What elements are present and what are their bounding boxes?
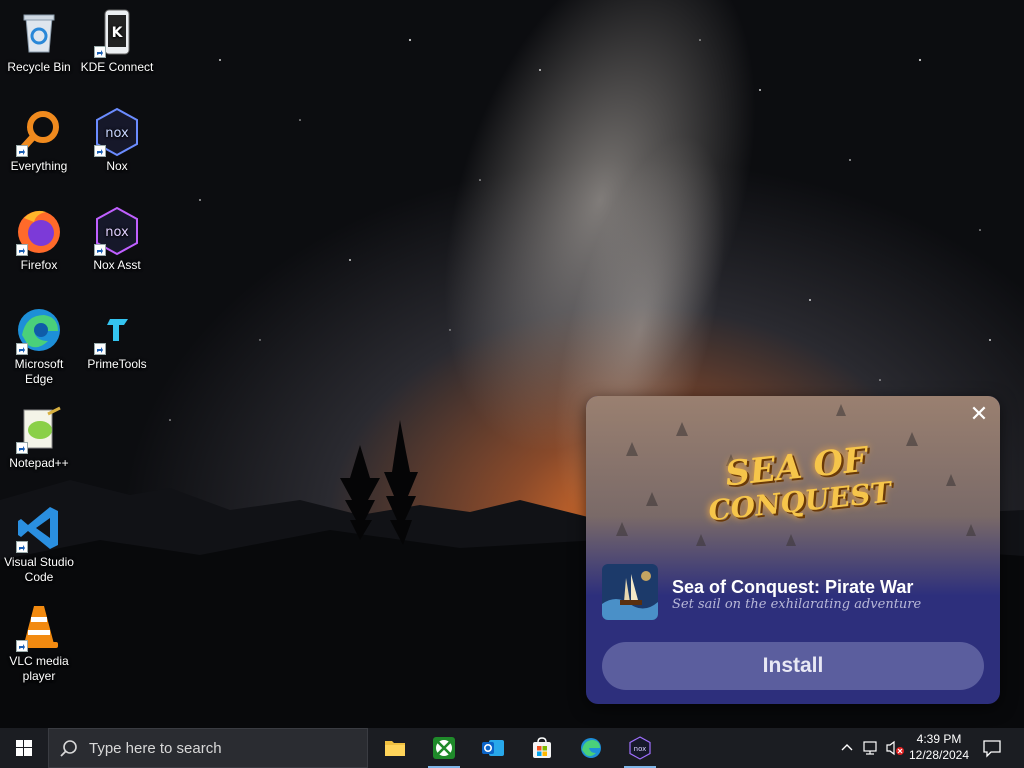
network-icon[interactable] [862,740,880,756]
desktop-icon-label: VLC media player [9,654,69,683]
edge-icon [581,738,601,758]
game-thumbnail [602,564,658,620]
shortcut-arrow-icon [94,145,106,157]
search-box[interactable]: Type here to search [48,728,368,768]
shortcut-arrow-icon [94,343,106,355]
shortcut-arrow-icon [16,442,28,454]
desktop-icon-label: Visual Studio Code [4,555,74,584]
file-explorer-icon [385,741,405,756]
clock-date: 12/28/2024 [908,748,970,762]
desktop-icon-label: PrimeTools [87,357,147,371]
desktop-icon-nox-asst[interactable]: nox Nox Asst [78,206,156,273]
taskbar-nox[interactable]: nox [620,728,660,768]
shortcut-arrow-icon [16,145,28,157]
desktop-icon-label: Microsoft Edge [14,357,64,386]
svg-text:nox: nox [105,126,129,141]
taskbar-outlook[interactable] [473,728,513,768]
search-icon [60,740,77,757]
desktop-icon-kde-connect[interactable]: K KDE Connect [78,8,156,75]
desktop-icon-label: Notepad++ [9,456,69,470]
desktop-icon-primetools[interactable]: PrimeTools [78,305,156,372]
shortcut-arrow-icon [16,343,28,355]
start-button[interactable] [0,728,48,768]
desktop-icon-nox[interactable]: nox Nox [78,107,156,174]
shortcut-arrow-icon [16,244,28,256]
search-placeholder: Type here to search [89,740,222,757]
shortcut-arrow-icon [16,541,28,553]
xbox-icon [433,737,455,759]
close-icon: ✕ [969,402,989,427]
taskbar-microsoft-store[interactable] [522,728,562,768]
desktop-icon-label: Recycle Bin [7,60,71,74]
system-clock[interactable]: 4:39 PM 12/28/2024 [906,731,972,765]
desktop-icon-firefox[interactable]: Firefox [0,206,78,273]
game-ad-popup: SEA OF CONQUEST ✕ Sea of Conquest: Pirat… [586,396,1000,704]
taskbar-xbox[interactable] [424,728,464,768]
svg-text:K: K [112,25,124,41]
volume-muted-icon[interactable] [885,740,905,756]
desktop-icon-label: KDE Connect [80,60,154,74]
shortcut-arrow-icon [94,244,106,256]
close-button[interactable]: ✕ [966,402,992,428]
svg-text:nox: nox [634,745,647,753]
game-title: Sea of Conquest: Pirate War [672,577,914,597]
game-info-row: Sea of Conquest: Pirate War Set sail on … [602,564,992,620]
clock-time: 4:39 PM [916,732,962,746]
desktop-icon-label: Firefox [20,258,58,272]
shortcut-arrow-icon [16,640,28,652]
recycle-bin-icon [23,14,55,53]
game-subtitle: Set sail on the exhilarating adventure [672,597,922,612]
install-button[interactable]: Install [602,642,984,690]
microsoft-store-icon [533,737,551,758]
desktop-icon-vlc[interactable]: VLC media player [0,602,78,684]
nox-icon: nox [629,736,651,760]
shortcut-arrow-icon [94,46,106,58]
desktop-icon-everything[interactable]: Everything [0,107,78,174]
desktop-icon-vscode[interactable]: Visual Studio Code [0,503,78,585]
notification-center-icon[interactable] [982,738,1002,758]
windows-logo-icon [16,740,32,756]
svg-text:nox: nox [105,225,129,240]
desktop-icon-label: Nox [106,159,128,173]
desktop-icon-recycle-bin[interactable]: Recycle Bin [0,8,78,75]
desktop-icon-microsoft-edge[interactable]: Microsoft Edge [0,305,78,387]
taskbar-edge[interactable] [571,728,611,768]
taskbar: Type here to search nox 4:39 PM 12/28/20… [0,728,1024,768]
desktop-icon-notepad-plus-plus[interactable]: Notepad++ [0,404,78,471]
desktop-icon-label: Nox Asst [93,258,141,272]
taskbar-file-explorer[interactable] [375,728,415,768]
desktop-icon-label: Everything [10,159,68,173]
outlook-icon [482,740,504,756]
chevron-up-icon[interactable] [840,740,854,756]
